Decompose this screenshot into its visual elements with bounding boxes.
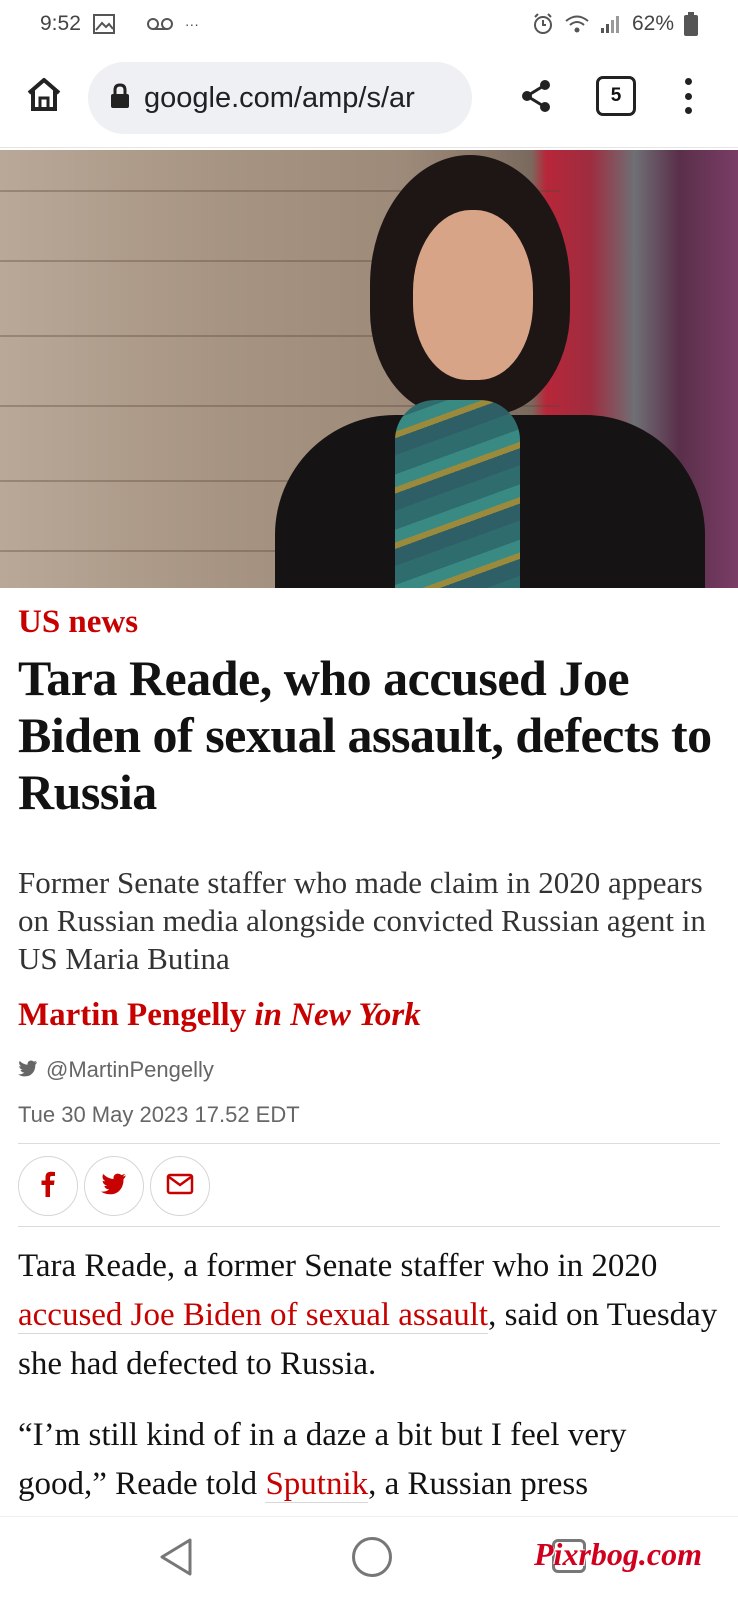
paragraph-text: Tara Reade, a former Senate staffer who … xyxy=(18,1248,658,1284)
facebook-share-button[interactable] xyxy=(18,1156,78,1216)
alarm-icon xyxy=(532,13,554,35)
browser-toolbar: google.com/amp/s/ar 5 xyxy=(0,52,738,148)
back-icon[interactable] xyxy=(158,1537,194,1582)
wifi-icon xyxy=(564,14,590,34)
author-location: in New York xyxy=(254,997,421,1033)
share-buttons xyxy=(18,1156,210,1216)
paragraph-text: , a Russian press xyxy=(368,1466,589,1502)
twitter-icon xyxy=(101,1173,127,1200)
tab-switcher-button[interactable]: 5 xyxy=(596,76,636,116)
signal-icon xyxy=(600,14,622,34)
article-headline: Tara Reade, who accused Joe Biden of sex… xyxy=(18,650,712,820)
more-notifications-dots: ··· xyxy=(184,16,199,32)
address-bar[interactable]: google.com/amp/s/ar xyxy=(88,62,472,134)
author-name[interactable]: Martin Pengelly xyxy=(18,997,246,1033)
tab-count: 5 xyxy=(610,85,622,106)
facebook-icon xyxy=(41,1171,55,1202)
lock-icon xyxy=(110,82,130,114)
article-hero-image[interactable]: i xyxy=(0,150,738,588)
twitter-handle-text: @MartinPengelly xyxy=(46,1057,214,1082)
url-text: google.com/amp/s/ar xyxy=(144,81,415,114)
inline-link[interactable]: Sputnik xyxy=(265,1466,369,1503)
section-label[interactable]: US news xyxy=(18,604,138,641)
voicemail-icon xyxy=(146,17,173,31)
divider xyxy=(18,1226,720,1227)
article-paragraph: Tara Reade, a former Senate staffer who … xyxy=(18,1242,723,1389)
battery-percent: 62% xyxy=(631,12,674,35)
email-share-button[interactable] xyxy=(150,1156,210,1216)
inline-link[interactable]: accused Joe Biden of sexual assault xyxy=(18,1297,489,1334)
author-twitter[interactable]: @MartinPengelly xyxy=(18,1057,214,1083)
home-circle-icon[interactable] xyxy=(352,1537,392,1577)
share-icon[interactable] xyxy=(514,74,558,118)
watermark: Pixrbog.com xyxy=(534,1536,702,1572)
byline[interactable]: Martin Pengelly in New York xyxy=(18,997,421,1034)
divider xyxy=(18,1143,720,1144)
gallery-notification-icon xyxy=(92,14,115,34)
more-options-icon[interactable] xyxy=(672,74,704,118)
article-paragraph: “I’m still kind of in a daze a bit but I… xyxy=(18,1411,723,1511)
email-icon xyxy=(166,1173,194,1200)
status-time: 9:52 xyxy=(40,12,81,35)
article-standfirst: Former Senate staffer who made claim in … xyxy=(18,865,706,976)
publish-date: Tue 30 May 2023 17.52 EDT xyxy=(18,1102,300,1127)
home-icon[interactable] xyxy=(22,72,66,116)
status-bar: 9:52 ··· 62% xyxy=(0,0,738,48)
twitter-bird-icon xyxy=(18,1057,38,1083)
twitter-share-button[interactable] xyxy=(84,1156,144,1216)
battery-icon xyxy=(684,12,698,36)
